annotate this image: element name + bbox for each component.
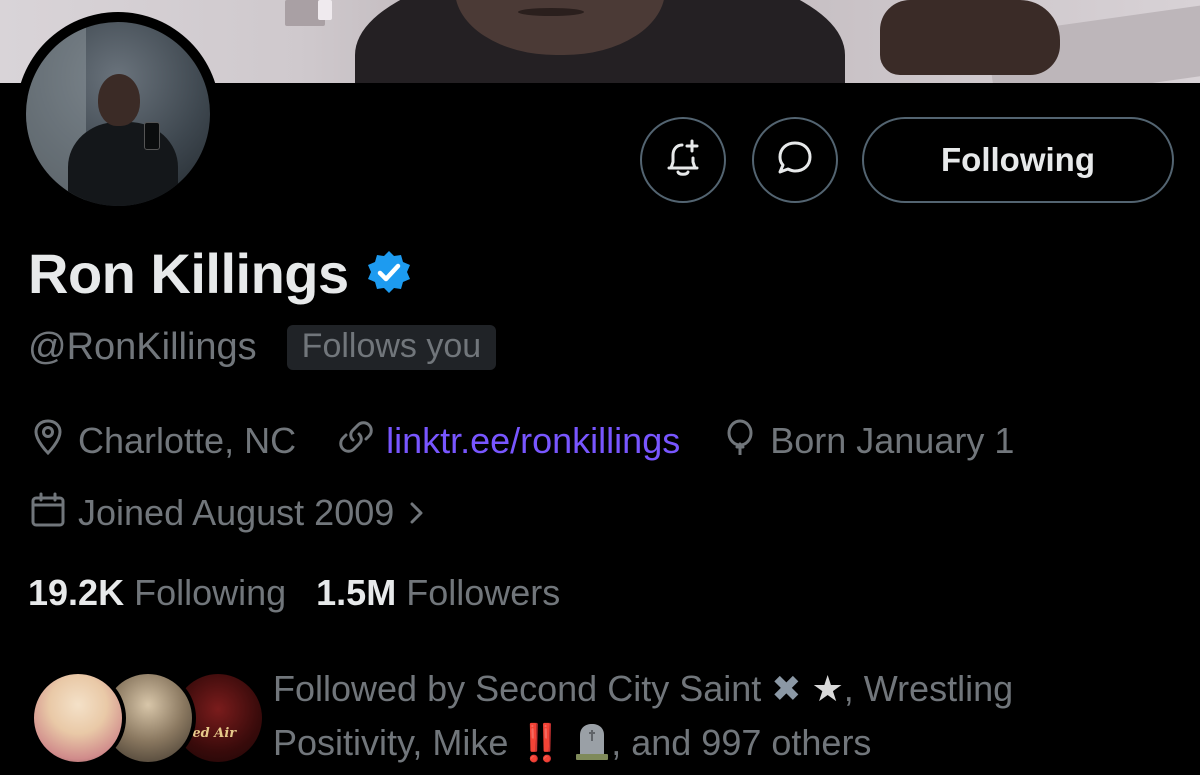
location-text: Charlotte, NC (78, 420, 297, 461)
followed-by-line-2: Positivity, Mike ‼️ , and 997 others (273, 716, 1173, 770)
follows-you-badge: Follows you (286, 324, 497, 370)
avatar-photo-detail (68, 122, 178, 206)
handle: @RonKillings (28, 325, 257, 368)
headstone-icon (573, 721, 611, 761)
followed-by-line2-start: Positivity, Mike (273, 722, 509, 763)
bell-plus-icon (661, 136, 705, 185)
chevron-right-icon (406, 496, 438, 530)
display-name: Ron Killings (28, 241, 349, 305)
birthday-text: Born January 1 (770, 420, 1015, 461)
followers-count-label: Followers (406, 572, 561, 613)
followed-by-suffix: , and 997 others (611, 722, 872, 763)
follow-counts: 19.2K Following 1.5M Followers (28, 572, 590, 620)
avatar-photo-detail (144, 122, 160, 150)
followed-by-line-1: Followed by Second City Saint ✖ ★, Wrest… (273, 662, 1173, 716)
link-icon (336, 417, 386, 466)
location-pin-icon (28, 417, 78, 466)
cross-mark-emoji: ✖ (771, 668, 802, 709)
balloon-icon (720, 417, 770, 466)
handle-row: @RonKillings Follows you (28, 322, 497, 372)
followers-count[interactable]: 1.5M Followers (316, 572, 560, 614)
message-bubble-icon (773, 136, 817, 185)
banner-photo-detail (318, 0, 332, 20)
following-count[interactable]: 19.2K Following (28, 572, 286, 614)
joined-row[interactable]: Joined August 2009 (28, 488, 438, 538)
joined-item[interactable]: Joined August 2009 (28, 489, 438, 538)
calendar-icon (28, 489, 78, 538)
avatar-photo-detail (98, 74, 140, 126)
joined-text: Joined August 2009 (78, 492, 395, 533)
message-button[interactable] (752, 117, 838, 203)
followed-by-prefix: Followed by Second City Saint (273, 668, 762, 709)
notify-button[interactable] (640, 117, 726, 203)
location-item: Charlotte, NC (28, 417, 296, 466)
banner-photo-detail (880, 0, 1060, 75)
verified-badge-icon[interactable] (365, 249, 413, 297)
followed-by-text[interactable]: Followed by Second City Saint ✖ ★, Wrest… (273, 662, 1173, 770)
followed-by-mid: , Wrestling (843, 668, 1014, 709)
follower-avatar (30, 670, 126, 766)
birthday-item: Born January 1 (720, 417, 1014, 466)
website-link[interactable]: linktr.ee/ronkillings (386, 420, 680, 462)
followers-count-number: 1.5M (316, 572, 397, 613)
banner-photo-detail (518, 8, 584, 16)
profile-meta-row: Charlotte, NC linktr.ee/ronkillings Born… (28, 416, 1054, 466)
followed-by-avatars[interactable]: ified Air (30, 670, 266, 770)
following-button[interactable]: Following (862, 117, 1174, 203)
website-item[interactable]: linktr.ee/ronkillings (336, 417, 680, 466)
name-row: Ron Killings (28, 240, 413, 306)
following-count-number: 19.2K (28, 572, 125, 613)
star-emoji: ★ (811, 668, 844, 709)
avatar-photo (26, 22, 210, 206)
double-exclamation-emoji: ‼️ (518, 722, 564, 763)
profile-avatar[interactable] (16, 12, 220, 216)
following-count-label: Following (134, 572, 287, 613)
